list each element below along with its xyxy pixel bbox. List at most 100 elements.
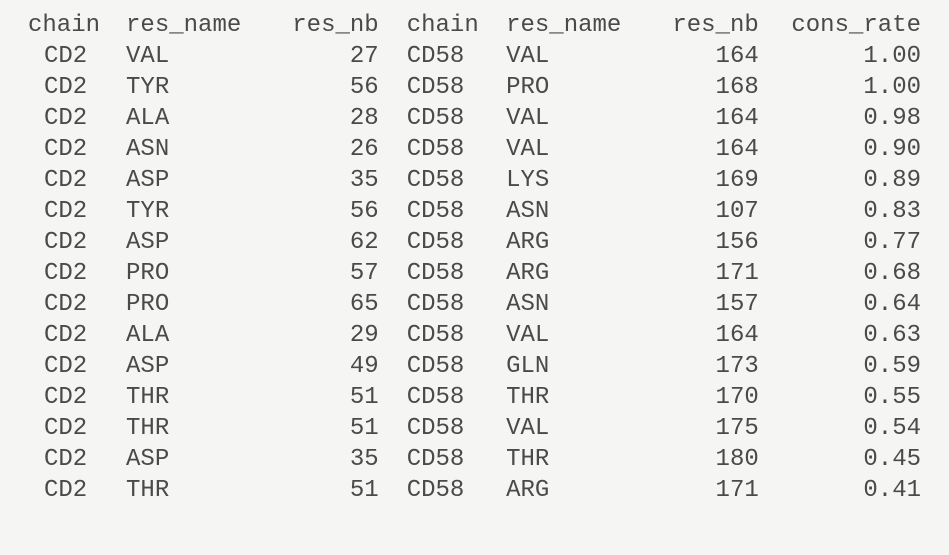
resname1-cell: ASP bbox=[118, 351, 264, 382]
resnb1-cell: 57 bbox=[264, 258, 387, 289]
table-row: CD2TYR56CD58PRO1681.00 bbox=[20, 72, 929, 103]
chain2-cell: CD58 bbox=[387, 72, 498, 103]
resname1-cell: ASP bbox=[118, 165, 264, 196]
chain2-cell: CD58 bbox=[387, 320, 498, 351]
chain2-cell: CD58 bbox=[387, 475, 498, 506]
chain1-cell: CD2 bbox=[20, 413, 118, 444]
table-row: CD2THR51CD58VAL1750.54 bbox=[20, 413, 929, 444]
chain1-cell: CD2 bbox=[20, 351, 118, 382]
table-row: CD2VAL27CD58VAL1641.00 bbox=[20, 41, 929, 72]
resname2-cell: VAL bbox=[498, 413, 644, 444]
header-resname2: res_name bbox=[498, 10, 644, 41]
header-row: chain res_name res_nb chain res_name res… bbox=[20, 10, 929, 41]
chain1-cell: CD2 bbox=[20, 103, 118, 134]
chain1-cell: CD2 bbox=[20, 382, 118, 413]
resname1-cell: ASN bbox=[118, 134, 264, 165]
resnb1-cell: 28 bbox=[264, 103, 387, 134]
resname2-cell: ARG bbox=[498, 227, 644, 258]
resnb2-cell: 173 bbox=[644, 351, 767, 382]
chain2-cell: CD58 bbox=[387, 289, 498, 320]
header-consrate: cons_rate bbox=[767, 10, 929, 41]
header-resname1: res_name bbox=[118, 10, 264, 41]
resnb2-cell: 171 bbox=[644, 258, 767, 289]
consrate-cell: 0.59 bbox=[767, 351, 929, 382]
resname1-cell: ALA bbox=[118, 103, 264, 134]
chain2-cell: CD58 bbox=[387, 134, 498, 165]
chain2-cell: CD58 bbox=[387, 413, 498, 444]
resname1-cell: TYR bbox=[118, 196, 264, 227]
table-row: CD2THR51CD58THR1700.55 bbox=[20, 382, 929, 413]
chain1-cell: CD2 bbox=[20, 165, 118, 196]
resnb1-cell: 51 bbox=[264, 382, 387, 413]
resnb1-cell: 62 bbox=[264, 227, 387, 258]
resname1-cell: TYR bbox=[118, 72, 264, 103]
table-row: CD2THR51CD58ARG1710.41 bbox=[20, 475, 929, 506]
chain2-cell: CD58 bbox=[387, 258, 498, 289]
resnb2-cell: 164 bbox=[644, 41, 767, 72]
consrate-cell: 0.54 bbox=[767, 413, 929, 444]
consrate-cell: 0.68 bbox=[767, 258, 929, 289]
resname1-cell: ALA bbox=[118, 320, 264, 351]
resnb1-cell: 27 bbox=[264, 41, 387, 72]
chain1-cell: CD2 bbox=[20, 41, 118, 72]
resnb1-cell: 29 bbox=[264, 320, 387, 351]
consrate-cell: 0.45 bbox=[767, 444, 929, 475]
table-row: CD2ASP35CD58LYS1690.89 bbox=[20, 165, 929, 196]
consrate-cell: 0.98 bbox=[767, 103, 929, 134]
resnb2-cell: 175 bbox=[644, 413, 767, 444]
resname1-cell: PRO bbox=[118, 289, 264, 320]
resname2-cell: ASN bbox=[498, 289, 644, 320]
resname1-cell: ASP bbox=[118, 444, 264, 475]
resnb1-cell: 26 bbox=[264, 134, 387, 165]
resnb2-cell: 156 bbox=[644, 227, 767, 258]
table-row: CD2ASN26CD58VAL1640.90 bbox=[20, 134, 929, 165]
table-row: CD2ASP49CD58GLN1730.59 bbox=[20, 351, 929, 382]
resnb1-cell: 56 bbox=[264, 196, 387, 227]
resnb1-cell: 56 bbox=[264, 72, 387, 103]
chain2-cell: CD58 bbox=[387, 41, 498, 72]
resnb1-cell: 51 bbox=[264, 475, 387, 506]
chain1-cell: CD2 bbox=[20, 475, 118, 506]
consrate-cell: 0.55 bbox=[767, 382, 929, 413]
consrate-cell: 1.00 bbox=[767, 41, 929, 72]
chain1-cell: CD2 bbox=[20, 320, 118, 351]
consrate-cell: 0.64 bbox=[767, 289, 929, 320]
resname2-cell: VAL bbox=[498, 41, 644, 72]
header-chain1: chain bbox=[20, 10, 118, 41]
resnb1-cell: 51 bbox=[264, 413, 387, 444]
chain1-cell: CD2 bbox=[20, 196, 118, 227]
resnb2-cell: 157 bbox=[644, 289, 767, 320]
table-row: CD2ALA29CD58VAL1640.63 bbox=[20, 320, 929, 351]
consrate-cell: 0.83 bbox=[767, 196, 929, 227]
chain1-cell: CD2 bbox=[20, 444, 118, 475]
consrate-cell: 0.41 bbox=[767, 475, 929, 506]
resnb2-cell: 168 bbox=[644, 72, 767, 103]
resname2-cell: ASN bbox=[498, 196, 644, 227]
chain1-cell: CD2 bbox=[20, 289, 118, 320]
resnb2-cell: 170 bbox=[644, 382, 767, 413]
resname1-cell: ASP bbox=[118, 227, 264, 258]
resname2-cell: VAL bbox=[498, 134, 644, 165]
resnb2-cell: 171 bbox=[644, 475, 767, 506]
resnb2-cell: 169 bbox=[644, 165, 767, 196]
header-chain2: chain bbox=[387, 10, 498, 41]
chain2-cell: CD58 bbox=[387, 103, 498, 134]
table-row: CD2ALA28CD58VAL1640.98 bbox=[20, 103, 929, 134]
table-row: CD2ASP62CD58ARG1560.77 bbox=[20, 227, 929, 258]
resname2-cell: THR bbox=[498, 382, 644, 413]
header-resnb2: res_nb bbox=[644, 10, 767, 41]
consrate-cell: 0.63 bbox=[767, 320, 929, 351]
chain2-cell: CD58 bbox=[387, 382, 498, 413]
resnb2-cell: 180 bbox=[644, 444, 767, 475]
resname2-cell: VAL bbox=[498, 320, 644, 351]
resnb1-cell: 35 bbox=[264, 444, 387, 475]
resnb2-cell: 107 bbox=[644, 196, 767, 227]
table-row: CD2PRO57CD58ARG1710.68 bbox=[20, 258, 929, 289]
consrate-cell: 1.00 bbox=[767, 72, 929, 103]
header-resnb1: res_nb bbox=[264, 10, 387, 41]
chain1-cell: CD2 bbox=[20, 227, 118, 258]
resname2-cell: GLN bbox=[498, 351, 644, 382]
chain2-cell: CD58 bbox=[387, 196, 498, 227]
chain1-cell: CD2 bbox=[20, 134, 118, 165]
resname2-cell: PRO bbox=[498, 72, 644, 103]
